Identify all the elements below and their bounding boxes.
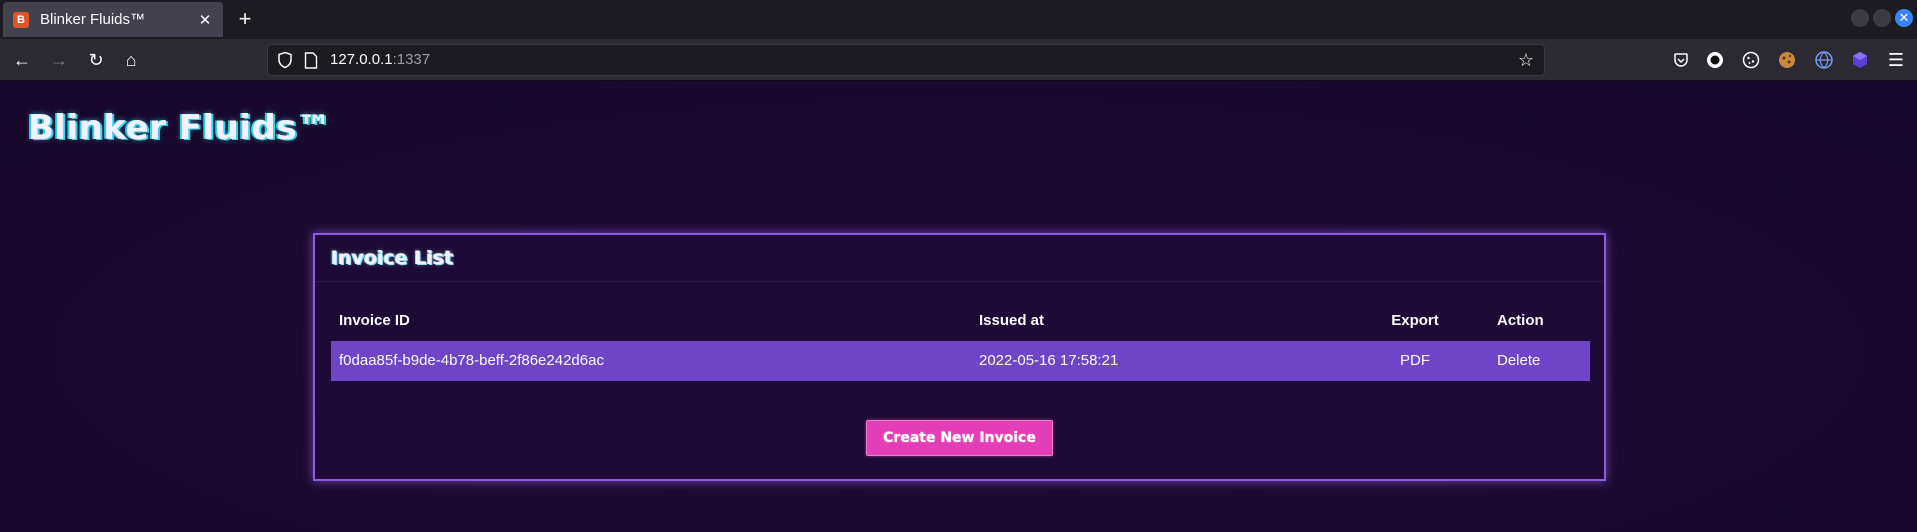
page-info-icon[interactable] [304,52,318,69]
site-logo[interactable]: Blinker Fluids™ [28,108,332,148]
table-row: f0daa85f-b9de-4b78-beff-2f86e242d6ac 202… [331,341,1590,381]
page-body: Blinker Fluids™ Invoice List Invoice ID … [0,82,1917,532]
cookie-icon[interactable] [1742,51,1760,69]
bookmark-star-icon[interactable]: ☆ [1518,50,1534,71]
reload-button[interactable]: ↻ [85,49,107,71]
back-button[interactable]: ← [11,49,33,71]
menu-hamburger-icon[interactable]: ☰ [1885,49,1907,71]
browser-tab-active[interactable]: B Blinker Fluids™ ✕ [3,2,223,37]
new-tab-button[interactable]: + [233,8,257,32]
minimize-window-button[interactable] [1851,9,1869,27]
cube-extension-icon[interactable] [1851,51,1869,69]
header-invoice-id: Invoice ID [339,312,410,329]
wappalyzer-icon[interactable] [1815,51,1833,69]
home-button[interactable]: ⌂ [120,49,142,71]
url-text: 127.0.0.1:1337 [330,51,430,68]
cookie-editor-icon[interactable] [1778,51,1796,69]
extension-circle-icon[interactable] [1706,51,1724,69]
browser-nav-bar: ← → ↻ ⌂ 127.0.0.1:1337 ☆ ☰ [0,39,1917,81]
delete-invoice-link[interactable]: Delete [1497,341,1540,381]
header-action: Action [1497,312,1544,329]
close-window-button[interactable]: ✕ [1895,9,1913,27]
tab-title: Blinker Fluids™ [40,11,146,28]
invoice-id-cell: f0daa85f-b9de-4b78-beff-2f86e242d6ac [339,352,604,369]
url-port: :1337 [392,51,431,68]
issued-at-cell: 2022-05-16 17:58:21 [979,352,1119,369]
tracking-shield-icon[interactable] [276,51,294,69]
card-title: Invoice List [331,247,454,269]
export-pdf-link[interactable]: PDF [1365,341,1465,381]
site-favicon-icon: B [13,11,29,28]
header-export: Export [1391,312,1439,329]
table-header-row: Invoice ID Issued at Export Action [331,301,1590,341]
tab-close-icon[interactable]: ✕ [197,11,213,29]
url-host: 127.0.0.1 [330,51,393,68]
address-bar[interactable]: 127.0.0.1:1337 ☆ [267,44,1545,76]
card-header: Invoice List [315,235,1604,282]
header-issued-at: Issued at [979,312,1045,329]
invoice-table: Invoice ID Issued at Export Action f0daa… [331,301,1590,381]
forward-button[interactable]: → [48,49,70,71]
pocket-icon[interactable] [1672,51,1690,69]
invoice-list-card: Invoice List Invoice ID Issued at Export… [313,233,1606,481]
create-new-invoice-button[interactable]: Create New Invoice [866,420,1053,456]
maximize-window-button[interactable] [1873,9,1891,27]
browser-tab-bar: B Blinker Fluids™ ✕ + ✕ [0,0,1917,39]
